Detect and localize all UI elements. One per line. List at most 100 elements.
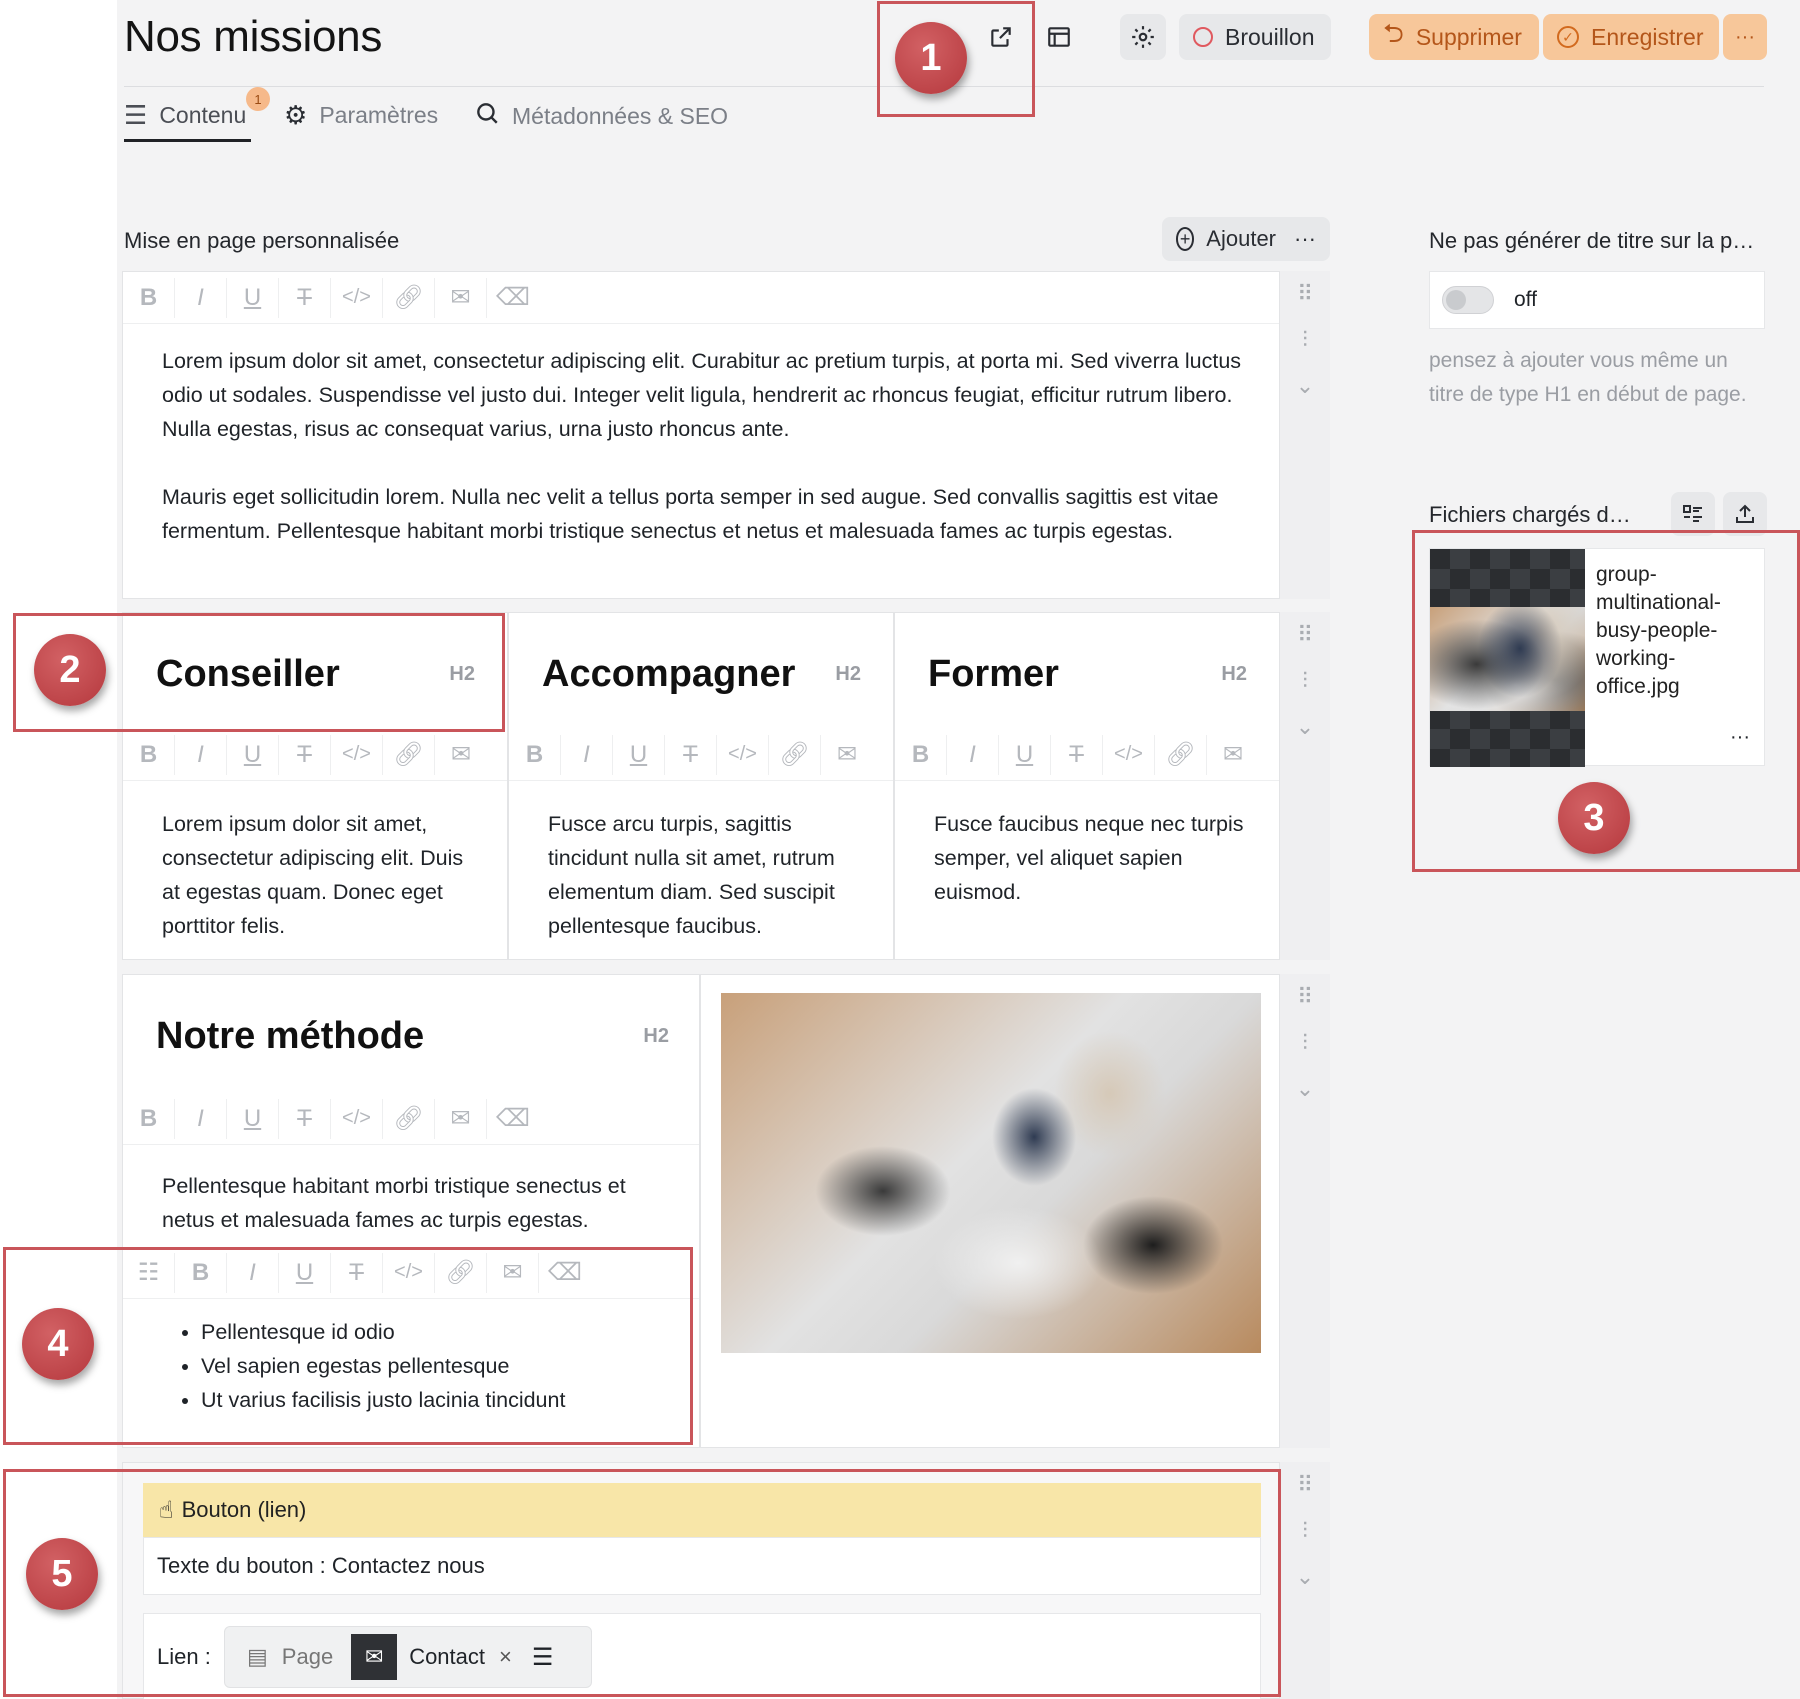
heading-level-tag[interactable]: H2 [835,663,861,686]
chevron-down-icon[interactable]: ⌄ [1296,714,1314,740]
method-image-column [700,974,1280,1448]
drag-handle-icon[interactable]: ⠿ [1297,1472,1313,1498]
settings-gear-button[interactable] [1120,14,1166,60]
tab-parametres[interactable]: ⚙ Paramètres [284,100,438,131]
add-block-button[interactable]: + Ajouter ··· [1162,217,1330,261]
annotation-number-4: 4 [22,1308,94,1380]
drag-handle-icon[interactable]: ⠿ [1297,281,1313,307]
bold-icon[interactable]: B [123,734,175,775]
bold-icon[interactable]: B [123,1098,175,1139]
annotation-frame-5 [3,1469,1281,1697]
underline-icon[interactable]: U [613,734,665,775]
tab-badge: 1 [246,87,270,111]
italic-icon[interactable]: I [175,734,227,775]
intro-text-block: B I U T </> 🔗︎ ✉ ⌫ Lorem ipsum dolor sit… [122,271,1280,599]
delete-button[interactable]: ⮌ Supprimer [1369,14,1539,60]
annotation-number-3: 3 [1558,782,1630,854]
strikethrough-icon[interactable]: T [279,277,331,318]
tab-metadonnees-label: Métadonnées & SEO [512,102,729,129]
intro-paragraph-2[interactable]: Mauris eget sollicitudin lorem. Nulla ne… [162,480,1252,548]
office-team-photo[interactable] [721,993,1261,1353]
check-circle-icon: ✓ [1557,26,1579,48]
search-icon [474,100,500,132]
status-label: Brouillon [1225,23,1315,50]
gear-icon: ⚙ [284,100,308,130]
italic-icon[interactable]: I [175,277,227,318]
column-text[interactable]: Fusce faucibus neque nec turpis semper, … [934,807,1254,909]
adjust-icon[interactable]: ⫶ [1302,668,1308,694]
tab-metadonnees-seo[interactable]: Métadonnées & SEO [474,100,728,132]
link-icon[interactable]: 🔗︎ [383,734,435,775]
adjust-icon[interactable]: ⫶ [1302,1518,1308,1544]
heading-level-tag[interactable]: H2 [1221,663,1247,686]
method-block-handles: ⠿ ⫶ ⌄ [1280,974,1330,1448]
eraser-icon[interactable]: ⌫ [487,1099,539,1139]
underline-icon[interactable]: U [227,1098,279,1139]
draft-circle-icon [1193,27,1213,47]
code-icon[interactable]: </> [331,734,383,775]
more-actions-button[interactable]: ··· [1723,14,1767,60]
bold-icon[interactable]: B [509,734,561,775]
save-button[interactable]: ✓ Enregistrer [1543,14,1719,60]
window-layout-icon[interactable] [1036,14,1082,60]
code-icon[interactable]: </> [717,734,769,775]
method-text[interactable]: Pellentesque habitant morbi tristique se… [162,1169,672,1237]
bold-icon[interactable]: B [123,277,175,318]
column-heading[interactable]: Accompagner [542,653,795,696]
mail-icon[interactable]: ✉ [821,735,873,775]
strikethrough-icon[interactable]: T [1051,734,1103,775]
drag-handle-icon[interactable]: ⠿ [1297,622,1313,648]
chevron-down-icon[interactable]: ⌄ [1296,1564,1314,1590]
strikethrough-icon[interactable]: T [279,1098,331,1139]
italic-icon[interactable]: I [947,734,999,775]
underline-icon[interactable]: U [227,277,279,318]
tab-contenu[interactable]: ☰ Contenu [124,100,246,131]
method-heading[interactable]: Notre méthode [156,1015,424,1058]
italic-icon[interactable]: I [561,734,613,775]
no-title-toggle-field[interactable]: off [1429,271,1765,329]
link-icon[interactable]: 🔗︎ [383,1098,435,1139]
code-icon[interactable]: </> [331,277,383,318]
tab-parametres-label: Paramètres [319,102,439,128]
columns-block-handles: ⠿ ⫶ ⌄ [1280,612,1330,960]
column-heading[interactable]: Former [928,653,1059,696]
more-icon: ··· [1735,25,1755,48]
italic-icon[interactable]: I [175,1098,227,1139]
tab-contenu-label: Contenu [159,102,247,128]
plus-circle-icon: + [1176,227,1195,251]
code-icon[interactable]: </> [331,1098,383,1139]
chevron-down-icon[interactable]: ⌄ [1296,1076,1314,1102]
mail-icon[interactable]: ✉ [435,277,487,318]
page-title: Nos missions [124,12,383,61]
intro-paragraph-1[interactable]: Lorem ipsum dolor sit amet, consectetur … [162,344,1252,446]
uploaded-files-label: Fichiers chargés d… [1429,502,1631,527]
annotation-number-2: 2 [34,634,106,706]
mail-icon[interactable]: ✉ [435,735,487,775]
column-accompagner: Accompagner H2 B I U T </> 🔗︎ ✉ Fusce ar… [508,612,894,960]
heading-level-tag[interactable]: H2 [643,1025,669,1048]
mail-icon[interactable]: ✉ [1207,735,1259,775]
mail-icon[interactable]: ✉ [435,1098,487,1139]
toggle-switch[interactable] [1442,286,1494,314]
eraser-icon[interactable]: ⌫ [487,278,539,318]
underline-icon[interactable]: U [227,734,279,775]
strikethrough-icon[interactable]: T [279,734,331,775]
method-toolbar: B I U T </> 🔗︎ ✉ ⌫ [123,1093,699,1145]
link-icon[interactable]: 🔗︎ [1155,734,1207,775]
link-icon[interactable]: 🔗︎ [769,734,821,775]
column-text[interactable]: Fusce arcu turpis, sagittis tincidunt nu… [548,807,868,943]
strikethrough-icon[interactable]: T [665,734,717,775]
link-icon[interactable]: 🔗︎ [383,277,435,318]
adjust-icon[interactable]: ⫶ [1302,1030,1308,1056]
drag-handle-icon[interactable]: ⠿ [1297,984,1313,1010]
underline-icon[interactable]: U [999,734,1051,775]
bold-icon[interactable]: B [895,734,947,775]
code-icon[interactable]: </> [1103,734,1155,775]
annotation-frame-4 [3,1247,693,1445]
layout-more-icon[interactable]: ··· [1294,226,1316,252]
chevron-down-icon[interactable]: ⌄ [1296,373,1314,399]
adjust-icon[interactable]: ⫶ [1302,327,1308,353]
column-text[interactable]: Lorem ipsum dolor sit amet, consectetur … [162,807,482,943]
status-draft-button[interactable]: Brouillon [1179,14,1331,60]
no-title-option-label: Ne pas générer de titre sur la p… [1429,228,1755,253]
